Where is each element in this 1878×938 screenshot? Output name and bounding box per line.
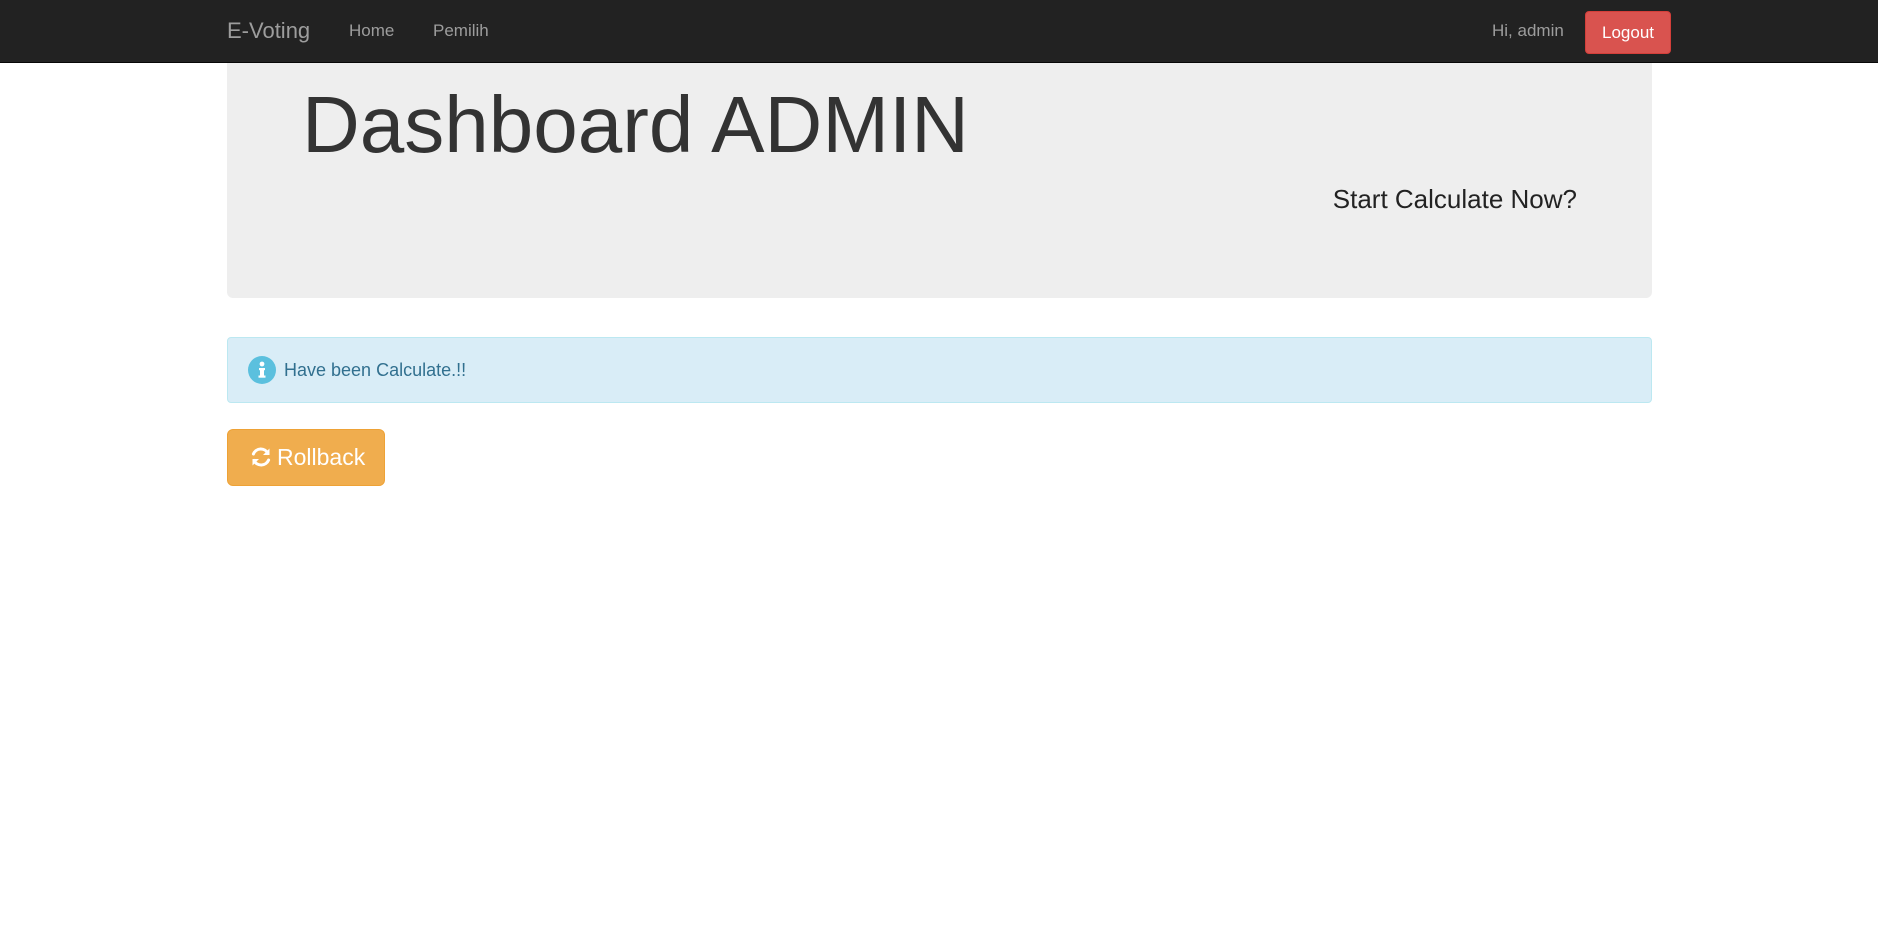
- info-circle-icon: [248, 356, 276, 384]
- nav-home-link[interactable]: Home: [349, 0, 394, 63]
- rollback-button[interactable]: Rollback: [227, 429, 385, 486]
- info-alert: Have been Calculate.!!: [227, 337, 1652, 403]
- start-calculate-link[interactable]: Start Calculate Now?: [1333, 184, 1577, 215]
- top-navbar: E-Voting Home Pemilih Hi, admin Logout: [0, 0, 1878, 63]
- user-greeting: Hi, admin: [1492, 21, 1564, 40]
- page-title: Dashboard ADMIN: [302, 80, 969, 169]
- refresh-icon: [249, 445, 273, 469]
- logout-button[interactable]: Logout: [1585, 11, 1671, 54]
- dashboard-jumbotron: Dashboard ADMIN Start Calculate Now?: [227, 63, 1652, 298]
- rollback-label: Rollback: [277, 444, 366, 470]
- brand-link[interactable]: E-Voting: [227, 0, 310, 63]
- alert-message: Have been Calculate.!!: [284, 360, 467, 380]
- nav-pemilih-link[interactable]: Pemilih: [433, 0, 489, 63]
